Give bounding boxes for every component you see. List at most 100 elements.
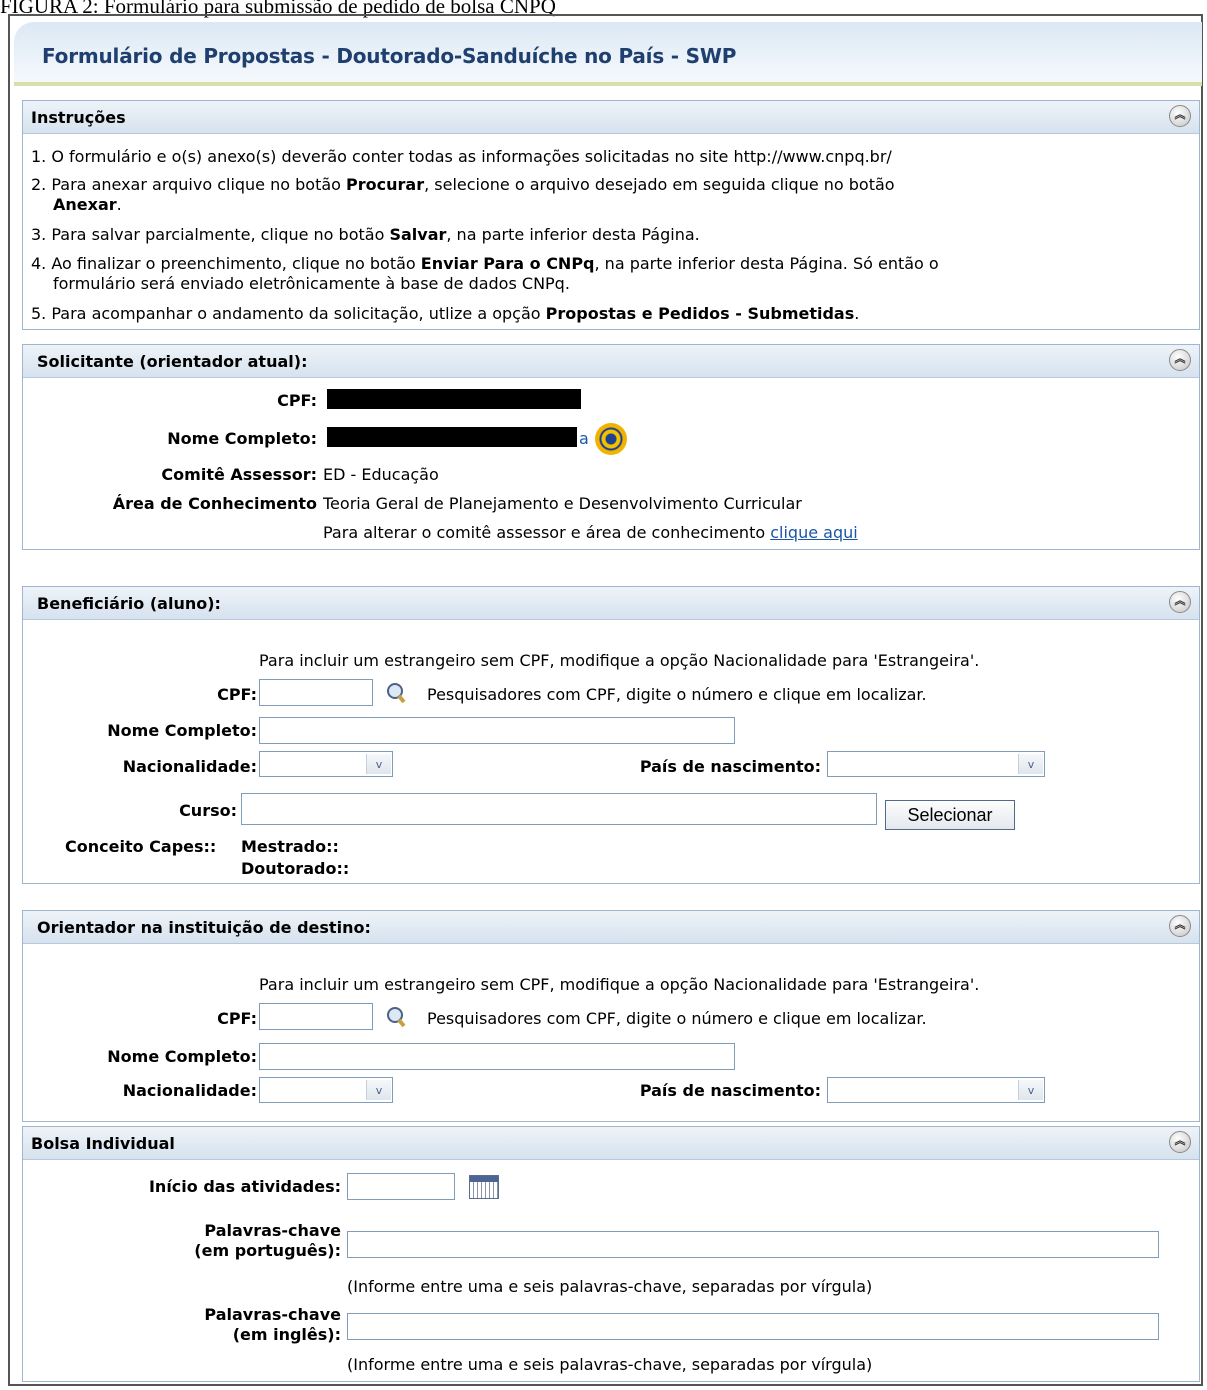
beneficiario-nome-input[interactable] bbox=[259, 717, 735, 744]
name-tail: a bbox=[579, 429, 589, 448]
alter-comite-text: Para alterar o comitê assessor e área de… bbox=[323, 523, 858, 542]
solicitante-header: Solicitante (orientador atual): ︽ bbox=[23, 345, 1199, 378]
chevron-down-icon: v bbox=[1018, 754, 1043, 774]
orientador-nacionalidade-label: Nacionalidade: bbox=[122, 1081, 257, 1100]
estrangeiro-hint: Para incluir um estrangeiro sem CPF, mod… bbox=[259, 651, 980, 670]
estrangeiro-hint: Para incluir um estrangeiro sem CPF, mod… bbox=[259, 975, 980, 994]
kw-en-label-1: Palavras-chave bbox=[204, 1305, 341, 1324]
bolsa-title: Bolsa Individual bbox=[31, 1134, 175, 1153]
chevron-down-icon: v bbox=[366, 754, 391, 774]
instruction-text: Para salvar parcialmente, clique no botã… bbox=[51, 225, 390, 244]
beneficiario-curso-label: Curso: bbox=[179, 801, 237, 820]
inicio-label: Início das atividades: bbox=[148, 1177, 341, 1196]
kw-en-label-2: (em inglês): bbox=[232, 1325, 341, 1344]
comite-label: Comitê Assessor: bbox=[161, 465, 317, 484]
instruction-bold: Procurar bbox=[346, 175, 425, 194]
collapse-icon[interactable]: ︽ bbox=[1169, 591, 1191, 613]
instruction-text: , na parte inferior desta Página. Só ent… bbox=[594, 254, 939, 273]
beneficiario-pais-select[interactable]: v bbox=[827, 751, 1045, 777]
instruction-text: . bbox=[116, 195, 122, 214]
instructions-panel: Instruções ︽ 1. O formulário e o(s) anex… bbox=[22, 100, 1200, 330]
orientador-nome-label: Nome Completo: bbox=[107, 1047, 257, 1066]
beneficiario-title: Beneficiário (aluno): bbox=[37, 594, 221, 613]
instruction-item-2: 2. Para anexar arquivo clique no botão P… bbox=[31, 175, 895, 194]
solicitante-title: Solicitante (orientador atual): bbox=[37, 352, 308, 371]
area-label: Área de Conhecimento bbox=[112, 494, 317, 513]
cpf-search-hint: Pesquisadores com CPF, digite o número e… bbox=[427, 685, 927, 704]
instruction-item-4: 4. Ao finalizar o preenchimento, clique … bbox=[31, 254, 939, 273]
selecionar-button[interactable]: Selecionar bbox=[885, 800, 1015, 830]
beneficiario-panel: Beneficiário (aluno): ︽ Para incluir um … bbox=[22, 586, 1200, 884]
kw-pt-input[interactable] bbox=[347, 1231, 1159, 1258]
instructions-header: Instruções ︽ bbox=[23, 101, 1199, 134]
instruction-text: Ao finalizar o preenchimento, clique no … bbox=[51, 254, 421, 273]
page-title: Formulário de Propostas - Doutorado-Sand… bbox=[42, 44, 737, 68]
beneficiario-header: Beneficiário (aluno): ︽ bbox=[23, 587, 1199, 620]
instruction-number: 3. bbox=[31, 225, 47, 244]
instruction-text: O formulário e o(s) anexo(s) deverão con… bbox=[51, 147, 892, 166]
solicitante-cpf-label: CPF: bbox=[277, 391, 317, 410]
solicitante-panel: Solicitante (orientador atual): ︽ CPF: N… bbox=[22, 344, 1200, 550]
lattes-icon[interactable] bbox=[595, 423, 627, 455]
orientador-panel: Orientador na instituição de destino: ︽ … bbox=[22, 910, 1200, 1122]
comite-value: ED - Educação bbox=[323, 465, 439, 484]
redacted-name bbox=[327, 427, 577, 447]
instruction-text: Para acompanhar o andamento da solicitaç… bbox=[51, 304, 546, 323]
conceito-capes-label: Conceito Capes:: bbox=[65, 837, 217, 856]
instructions-title: Instruções bbox=[31, 108, 126, 127]
instruction-number: 1. bbox=[31, 147, 47, 166]
kw-pt-label-2: (em português): bbox=[194, 1241, 341, 1260]
instruction-number: 4. bbox=[31, 254, 47, 273]
title-divider bbox=[14, 82, 1202, 86]
orientador-nome-input[interactable] bbox=[259, 1043, 735, 1070]
redacted-cpf bbox=[327, 389, 581, 409]
instruction-bold: Enviar Para o CNPq bbox=[420, 254, 595, 273]
instruction-number: 2. bbox=[31, 175, 47, 194]
inicio-input[interactable] bbox=[347, 1173, 455, 1200]
instruction-item-3: 3. Para salvar parcialmente, clique no b… bbox=[31, 225, 700, 244]
form-header: Formulário de Propostas - Doutorado-Sand… bbox=[14, 22, 1202, 82]
orientador-header: Orientador na instituição de destino: ︽ bbox=[23, 911, 1199, 944]
beneficiario-cpf-input[interactable] bbox=[259, 679, 373, 706]
clique-aqui-link[interactable]: clique aqui bbox=[770, 523, 857, 542]
bolsa-panel: Bolsa Individual ︽ Início das atividades… bbox=[22, 1126, 1200, 1382]
area-value: Teoria Geral de Planejamento e Desenvolv… bbox=[323, 494, 802, 513]
beneficiario-nome-label: Nome Completo: bbox=[107, 721, 257, 740]
alter-text: Para alterar o comitê assessor e área de… bbox=[323, 523, 771, 542]
mestrado-label: Mestrado:: bbox=[241, 837, 339, 856]
instruction-item-1: 1. O formulário e o(s) anexo(s) deverão … bbox=[31, 147, 892, 166]
instruction-item-4-cont: formulário será enviado eletrônicamente … bbox=[53, 274, 570, 293]
orientador-pais-select[interactable]: v bbox=[827, 1077, 1045, 1103]
beneficiario-cpf-label: CPF: bbox=[217, 685, 257, 704]
orientador-nacionalidade-select[interactable]: v bbox=[259, 1077, 393, 1103]
kw-en-hint: (Informe entre uma e seis palavras-chave… bbox=[347, 1355, 873, 1374]
instruction-text: , na parte inferior desta Página. bbox=[446, 225, 700, 244]
instruction-bold: Salvar bbox=[389, 225, 447, 244]
orientador-cpf-label: CPF: bbox=[217, 1009, 257, 1028]
magnifier-icon[interactable] bbox=[385, 1005, 407, 1029]
instruction-bold: Anexar bbox=[53, 195, 117, 214]
orientador-cpf-input[interactable] bbox=[259, 1003, 373, 1030]
collapse-icon[interactable]: ︽ bbox=[1169, 349, 1191, 371]
instruction-bold: Propostas e Pedidos - Submetidas bbox=[545, 304, 855, 323]
collapse-icon[interactable]: ︽ bbox=[1169, 915, 1191, 937]
beneficiario-nacionalidade-label: Nacionalidade: bbox=[122, 757, 257, 776]
beneficiario-pais-label: País de nascimento: bbox=[639, 757, 821, 776]
instruction-text: . bbox=[854, 304, 860, 323]
magnifier-icon[interactable] bbox=[385, 681, 407, 705]
kw-en-input[interactable] bbox=[347, 1313, 1159, 1340]
instruction-item-2-cont: Anexar. bbox=[53, 195, 122, 214]
doutorado-label: Doutorado:: bbox=[241, 859, 350, 878]
instruction-text: Para anexar arquivo clique no botão bbox=[51, 175, 347, 194]
instruction-text: , selecione o arquivo desejado em seguid… bbox=[424, 175, 895, 194]
orientador-title: Orientador na instituição de destino: bbox=[37, 918, 371, 937]
cpf-search-hint: Pesquisadores com CPF, digite o número e… bbox=[427, 1009, 927, 1028]
instruction-item-5: 5. Para acompanhar o andamento da solici… bbox=[31, 304, 859, 323]
solicitante-nome-label: Nome Completo: bbox=[167, 429, 317, 448]
kw-pt-hint: (Informe entre uma e seis palavras-chave… bbox=[347, 1277, 873, 1296]
calendar-icon[interactable] bbox=[469, 1175, 499, 1199]
beneficiario-nacionalidade-select[interactable]: v bbox=[259, 751, 393, 777]
collapse-icon[interactable]: ︽ bbox=[1169, 105, 1191, 127]
beneficiario-curso-input[interactable] bbox=[241, 793, 877, 825]
collapse-icon[interactable]: ︽ bbox=[1169, 1131, 1191, 1153]
